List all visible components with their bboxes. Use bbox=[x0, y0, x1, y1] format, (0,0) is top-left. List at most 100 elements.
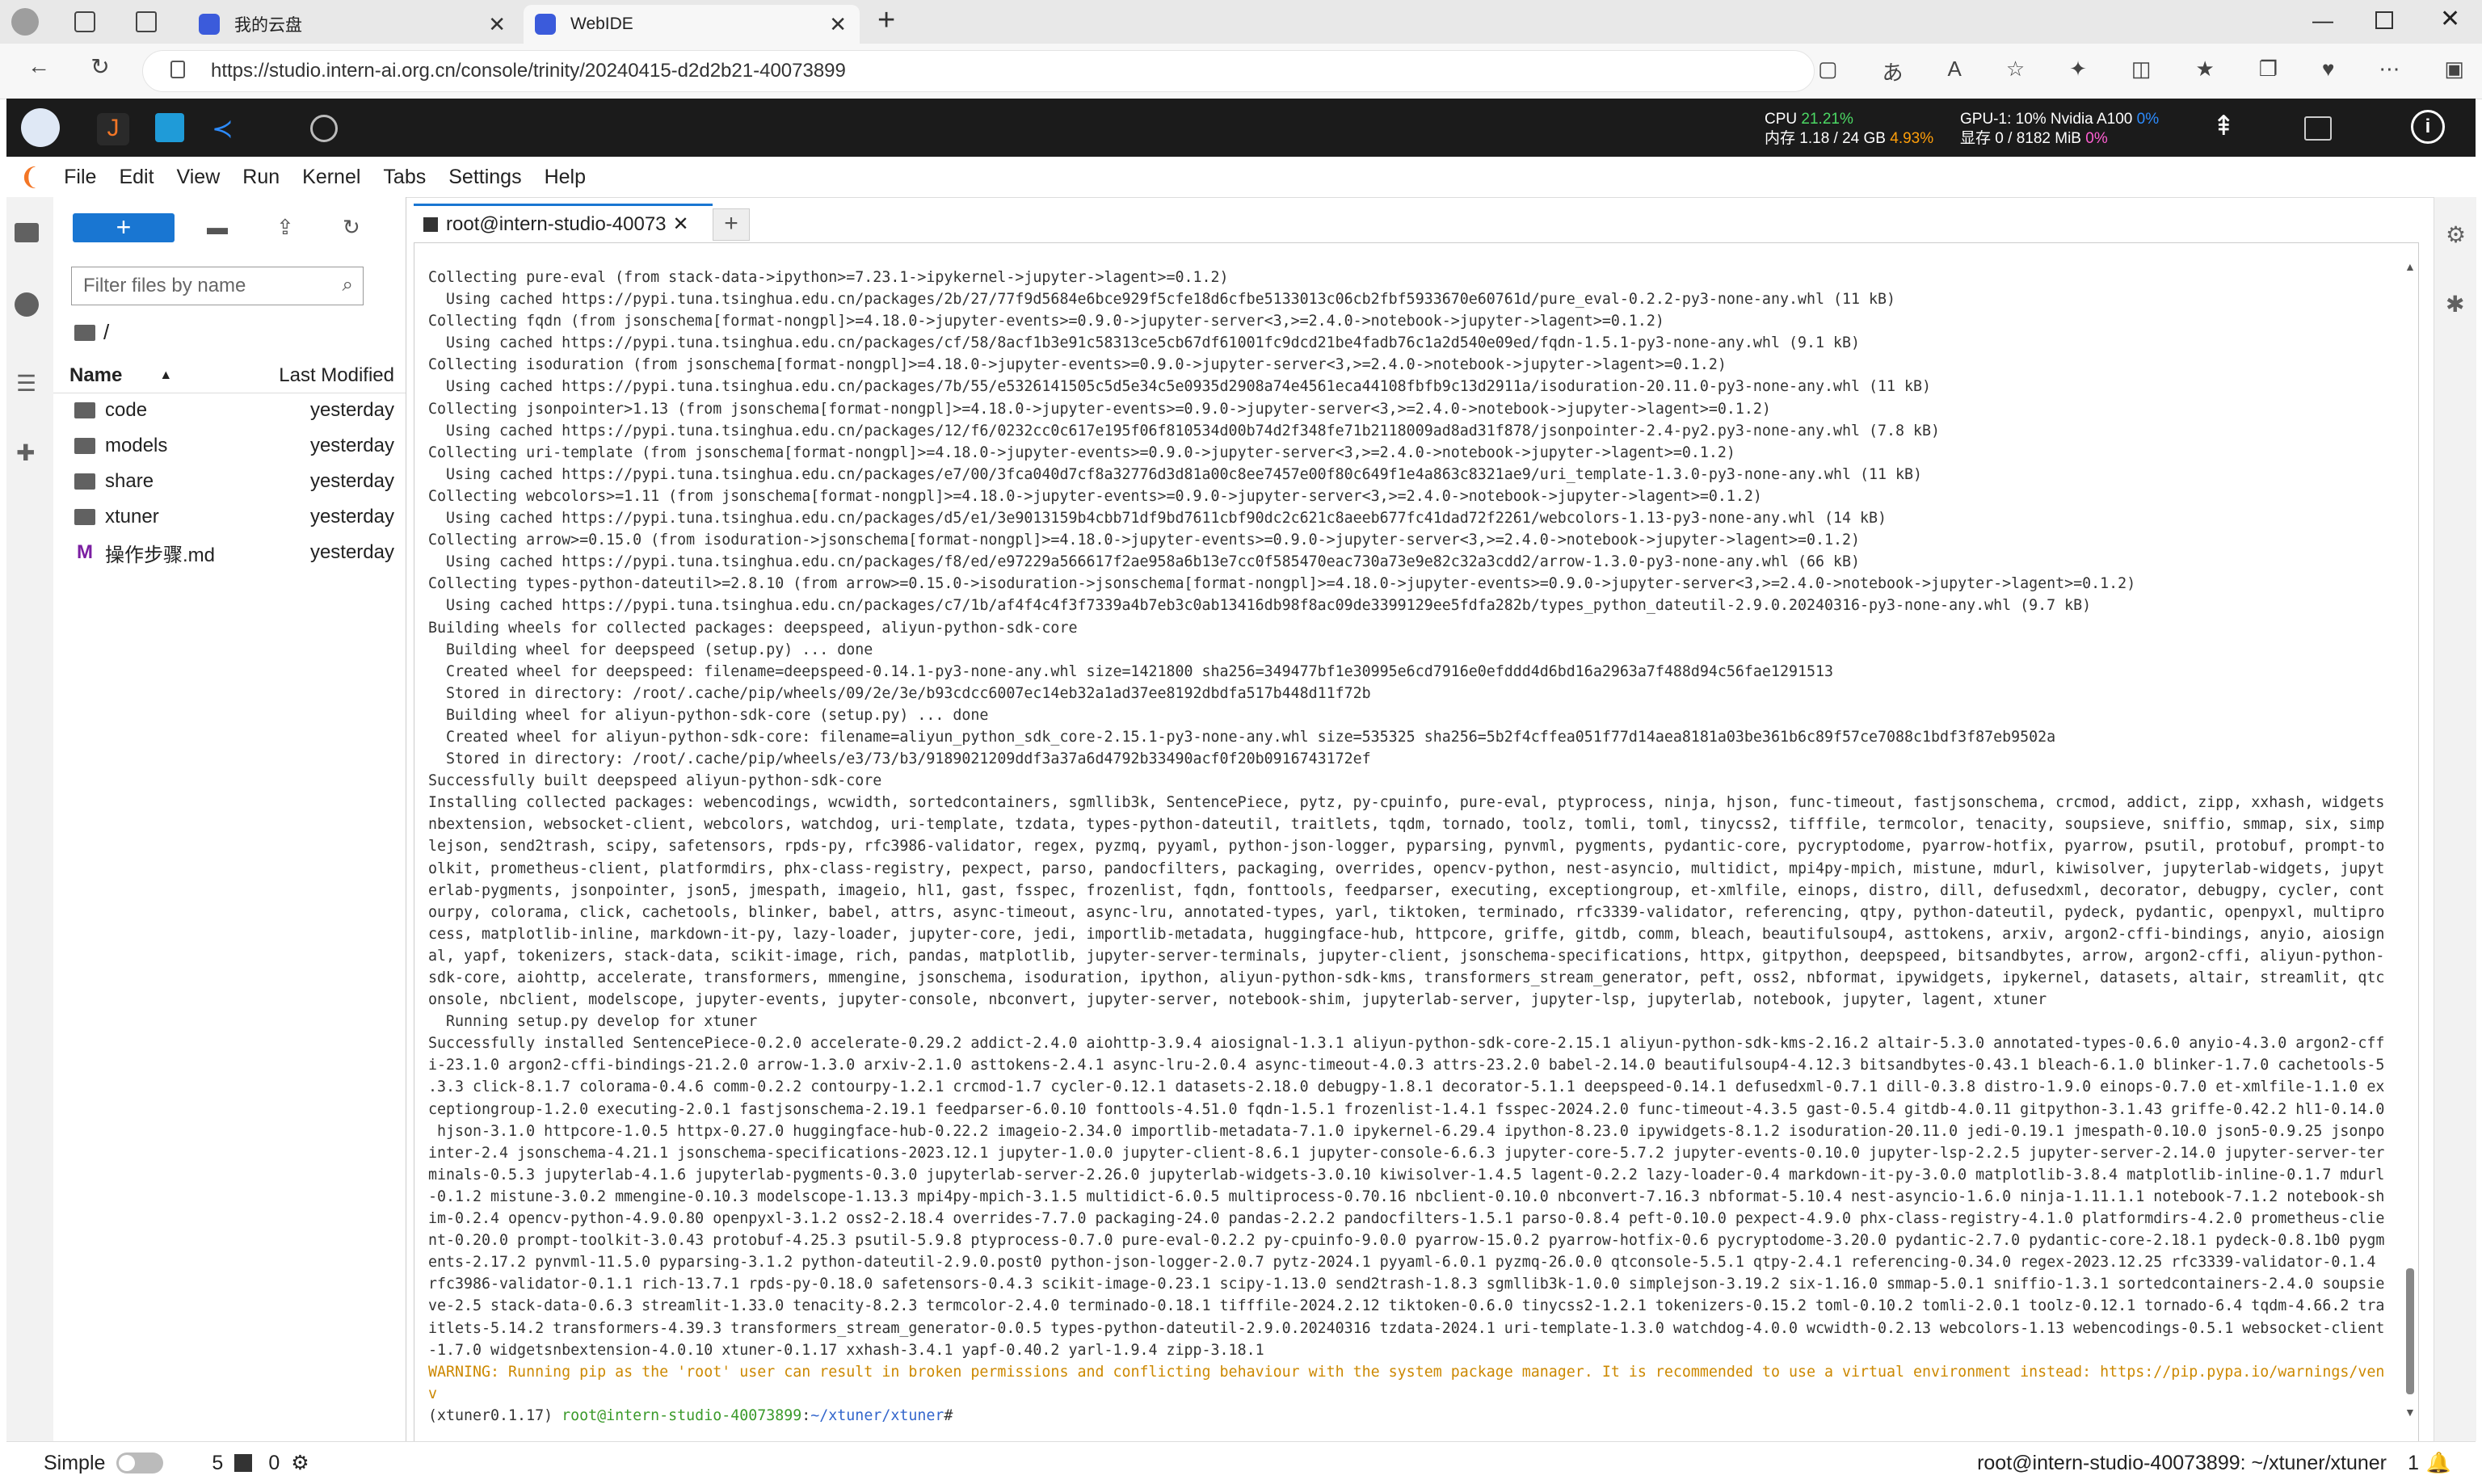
restore-icon[interactable] bbox=[2375, 11, 2393, 29]
menu-tabs[interactable]: Tabs bbox=[383, 166, 426, 189]
browser-essentials-icon[interactable]: ♥ bbox=[2322, 57, 2334, 89]
sidebar-icon[interactable]: ▣ bbox=[2444, 57, 2464, 89]
close-window-icon[interactable]: ✕ bbox=[2440, 5, 2460, 33]
intern-logo-icon[interactable] bbox=[21, 108, 60, 147]
terminal-warning-line: v bbox=[428, 1385, 438, 1402]
compass-icon[interactable] bbox=[310, 115, 338, 142]
close-icon[interactable]: ✕ bbox=[673, 212, 689, 236]
menu-edit[interactable]: Edit bbox=[119, 166, 154, 189]
refresh-icon[interactable]: ↻ bbox=[84, 53, 116, 80]
menu-kernel[interactable]: Kernel bbox=[302, 166, 360, 189]
vscode-icon[interactable]: ≺ bbox=[212, 113, 233, 144]
upload-arrow-icon[interactable]: ⇞ bbox=[2212, 110, 2236, 142]
file-modified: yesterday bbox=[309, 435, 394, 456]
list-item[interactable]: models yesterday bbox=[53, 428, 406, 464]
favorite-star-icon[interactable]: ☆ bbox=[2006, 57, 2025, 89]
folder-icon[interactable] bbox=[15, 223, 39, 242]
terminal-line: Using cached https://pypi.tuna.tsinghua.… bbox=[428, 465, 1923, 483]
more-icon[interactable]: ⋯ bbox=[2379, 57, 2400, 89]
back-icon[interactable]: ← bbox=[23, 53, 55, 79]
scroll-up-icon[interactable]: ▲ bbox=[2404, 260, 2416, 273]
status-bar: Simple 5 0 ⚙ root@intern-studio-40073899… bbox=[6, 1441, 2476, 1484]
terminal-line: Using cached https://pypi.tuna.tsinghua.… bbox=[428, 422, 1941, 439]
running-icon[interactable] bbox=[15, 292, 39, 317]
simple-mode-label: Simple bbox=[44, 1451, 106, 1474]
scrollbar-thumb[interactable] bbox=[2406, 1268, 2414, 1394]
favorites-icon[interactable]: ★ bbox=[2195, 57, 2214, 89]
terminal-line: Successfully built deepspeed aliyun-pyth… bbox=[428, 772, 882, 790]
property-inspector-icon[interactable]: ⚙ bbox=[2446, 221, 2466, 248]
jupyter-icon[interactable]: J bbox=[97, 113, 129, 145]
terminal-line: Stored in directory: /root/.cache/pip/wh… bbox=[428, 750, 1371, 768]
monitor-icon[interactable] bbox=[2304, 116, 2332, 141]
file-filter-placeholder: Filter files by name bbox=[83, 275, 246, 296]
breadcrumb-root[interactable]: / bbox=[103, 320, 109, 345]
profile-icon[interactable] bbox=[11, 8, 39, 36]
terminal-output[interactable]: Collecting pure-eval (from stack-data->i… bbox=[428, 267, 2385, 1427]
tab-actions-icon[interactable] bbox=[136, 11, 157, 32]
list-item[interactable]: share yesterday bbox=[53, 464, 406, 499]
scroll-down-icon[interactable]: ▼ bbox=[2404, 1406, 2416, 1419]
debugger-icon[interactable]: ✱ bbox=[2446, 291, 2464, 317]
info-icon[interactable]: i bbox=[2411, 110, 2445, 144]
refresh-files-icon[interactable]: ↻ bbox=[343, 215, 360, 240]
table-of-contents-icon[interactable]: ☰ bbox=[16, 370, 36, 397]
menu-run[interactable]: Run bbox=[242, 166, 280, 189]
translate-icon[interactable]: あ bbox=[1883, 57, 1904, 89]
terminal-line: Created wheel for deepspeed: filename=de… bbox=[428, 662, 1833, 680]
file-filter-input[interactable]: Filter files by name ⌕ bbox=[71, 267, 364, 305]
app-available-icon[interactable]: ▢ bbox=[1818, 57, 1838, 89]
bell-icon[interactable]: 🔔 bbox=[2426, 1452, 2451, 1475]
url-field[interactable]: https://studio.intern-ai.org.cn/console/… bbox=[142, 50, 1815, 92]
terminal-line: ents-2.17.2 pynvml-11.5.0 pyparsing-3.1.… bbox=[428, 1254, 2376, 1272]
terminal-line: Created wheel for aliyun-python-sdk-core… bbox=[428, 728, 2056, 746]
new-launcher-button[interactable]: + bbox=[73, 213, 175, 242]
tab-terminal[interactable]: root@intern-studio-40073 ✕ bbox=[414, 204, 713, 242]
file-modified: yesterday bbox=[309, 470, 394, 492]
upload-icon[interactable]: ⇪ bbox=[276, 215, 294, 240]
terminal-line: -1.7.0 widgetsnbextension-4.0.10 xtuner-… bbox=[428, 1341, 1264, 1359]
terminal-line: Running setup.py develop for xtuner bbox=[428, 1013, 758, 1031]
notification-count[interactable]: 1 bbox=[2408, 1452, 2419, 1475]
search-icon: ⌕ bbox=[342, 274, 353, 296]
kernel-count[interactable]: 0 bbox=[268, 1452, 280, 1475]
gpu-pct: 0% bbox=[2136, 111, 2160, 128]
terminal-count[interactable]: 5 bbox=[212, 1452, 223, 1475]
close-icon[interactable]: ✕ bbox=[488, 12, 506, 37]
browser-tab-webide[interactable]: WebIDE ✕ bbox=[524, 5, 860, 44]
terminal-status-icon bbox=[234, 1454, 253, 1472]
menu-help[interactable]: Help bbox=[545, 166, 586, 189]
terminal-line: sdk-core, aiohttp, accelerate, transform… bbox=[428, 969, 2385, 986]
terminal-prompt[interactable]: (xtuner0.1.17) root@intern-studio-400738… bbox=[428, 1405, 2383, 1427]
collections-icon[interactable]: ❐ bbox=[2259, 57, 2278, 89]
menu-view[interactable]: View bbox=[177, 166, 221, 189]
new-tab-icon[interactable]: + bbox=[877, 3, 895, 38]
terminal-line: cess, matplotlib-inline, markdown-it-py,… bbox=[428, 925, 2385, 943]
prompt-host: root@intern-studio-40073899 bbox=[562, 1406, 802, 1424]
new-tab-button[interactable]: + bbox=[713, 208, 750, 241]
terminal-line: hjson-3.1.0 httpcore-1.0.5 httpx-0.27.0 … bbox=[428, 1122, 2385, 1140]
extensions-puzzle-icon[interactable]: ✚ bbox=[16, 439, 35, 466]
new-folder-icon[interactable]: ▬ bbox=[207, 215, 228, 240]
browser-tab-cloud[interactable]: 我的云盘 ✕ bbox=[187, 5, 519, 44]
simple-mode-toggle[interactable] bbox=[116, 1452, 164, 1473]
split-screen-icon[interactable]: ◫ bbox=[2131, 57, 2152, 89]
minimize-icon[interactable]: — bbox=[2312, 8, 2333, 33]
extensions-icon[interactable]: ✦ bbox=[2069, 57, 2087, 89]
list-item[interactable]: M 操作步骤.md yesterday bbox=[53, 535, 406, 570]
terminal-line: Collecting isoduration (from jsonschema[… bbox=[428, 356, 1727, 374]
code-editor-icon[interactable] bbox=[155, 113, 184, 142]
list-item[interactable]: code yesterday bbox=[53, 393, 406, 428]
sort-ascending-icon[interactable]: ▲ bbox=[159, 368, 172, 383]
read-aloud-icon[interactable]: A bbox=[1948, 57, 1962, 89]
column-name[interactable]: Name bbox=[69, 364, 122, 387]
close-icon[interactable]: ✕ bbox=[829, 12, 847, 37]
file-modified: yesterday bbox=[309, 541, 394, 563]
menu-settings[interactable]: Settings bbox=[448, 166, 521, 189]
column-last-modified[interactable]: Last Modified bbox=[279, 364, 394, 387]
workspaces-icon[interactable] bbox=[74, 11, 95, 32]
menu-file[interactable]: File bbox=[64, 166, 96, 189]
file-name: xtuner bbox=[105, 506, 159, 528]
folder-icon[interactable] bbox=[74, 324, 95, 341]
list-item[interactable]: xtuner yesterday bbox=[53, 499, 406, 535]
